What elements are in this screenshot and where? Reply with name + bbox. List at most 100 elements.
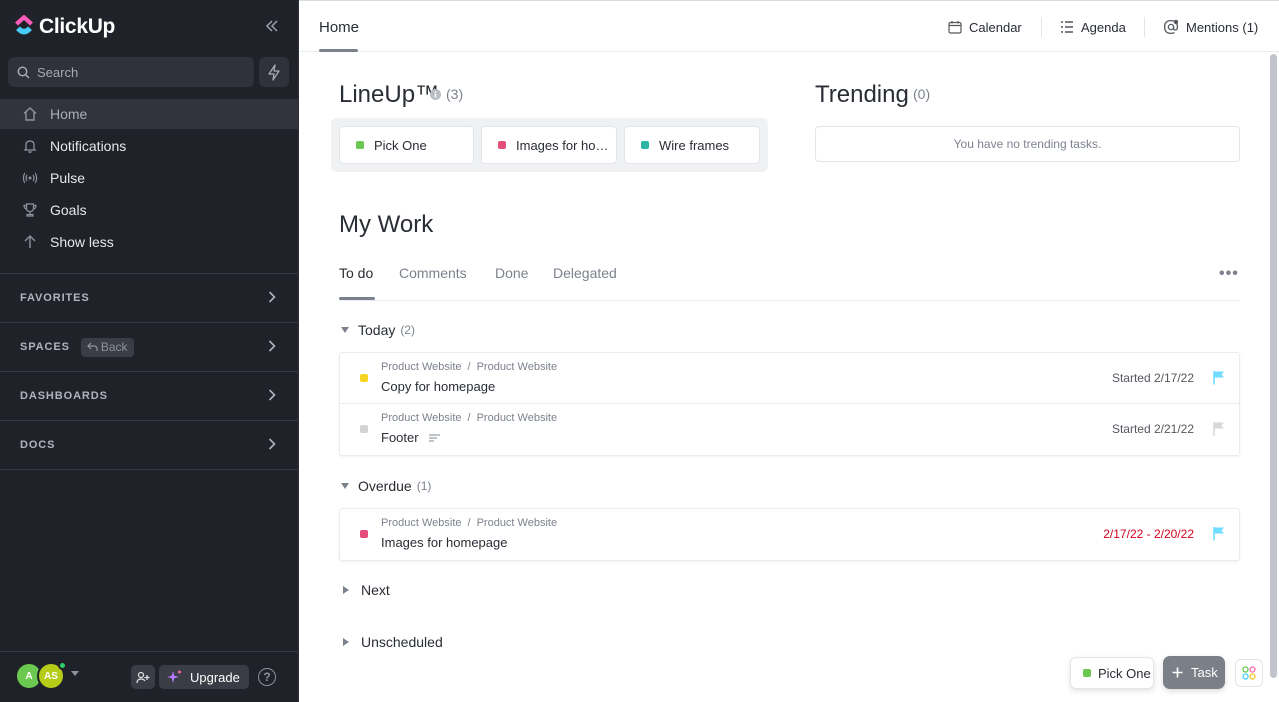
sidebar-item-show-less[interactable]: Show less <box>0 227 298 257</box>
lineup-card-label: Pick One <box>374 137 427 153</box>
tray-pinned-task[interactable]: Pick One <box>1070 657 1154 689</box>
sidebar-section-dashboards[interactable]: DASHBOARDS <box>0 372 298 420</box>
scrollbar[interactable] <box>1270 54 1277 678</box>
lineup-card-label: Images for homepage <box>516 137 616 153</box>
group-title: Unscheduled <box>361 634 443 650</box>
lineup-card[interactable]: Wire frames <box>624 126 760 164</box>
list-name: Product Website <box>476 517 558 529</box>
sparkle-icon <box>167 669 182 683</box>
tab-to-do[interactable]: To do <box>339 265 373 281</box>
section-label: DASHBOARDS <box>20 390 108 402</box>
status-square[interactable] <box>360 374 368 382</box>
lineup-title: LineUp™ <box>339 81 440 108</box>
calendar-icon <box>948 21 962 34</box>
status-square[interactable] <box>360 530 368 538</box>
task-name[interactable]: Images for homepage <box>381 535 507 550</box>
status-square <box>641 141 649 149</box>
pulse-icon <box>22 170 38 186</box>
invite-user-button[interactable] <box>131 665 155 689</box>
mention-icon <box>1163 19 1179 35</box>
agenda-icon <box>1061 21 1073 33</box>
trophy-icon <box>22 202 38 218</box>
group-header-next[interactable]: Next <box>341 581 390 599</box>
sidebar-item-label: Show less <box>50 234 114 250</box>
logo-text: ClickUp <box>39 15 116 38</box>
sidebar-item-label: Home <box>50 106 88 122</box>
section-label: SPACES <box>20 341 70 353</box>
lineup-card[interactable]: Pick One <box>339 126 474 164</box>
double-chevron-left-icon <box>265 20 278 32</box>
mentions-button[interactable]: Mentions (1) <box>1163 18 1258 36</box>
task-name-text: Images for homepage <box>381 535 508 550</box>
apps-button[interactable] <box>1235 659 1263 687</box>
plus-icon <box>1172 667 1183 678</box>
lineup-card-label: Wire frames <box>659 137 730 153</box>
lineup-card[interactable]: Images for homepage <box>481 126 617 164</box>
flag-icon[interactable] <box>1213 526 1225 541</box>
group-count: (1) <box>416 479 432 493</box>
info-icon[interactable] <box>430 89 441 100</box>
clickup-logo-icon <box>15 15 33 35</box>
chevron-right-icon <box>268 438 276 450</box>
task-name[interactable]: Footer <box>381 430 440 445</box>
task-row[interactable]: Product Website / Product Website Images f… <box>340 509 1239 560</box>
group-header-overdue[interactable]: Overdue (1) <box>341 477 431 495</box>
flag-icon[interactable] <box>1213 370 1225 385</box>
status-square <box>498 141 506 149</box>
calendar-button[interactable]: Calendar <box>948 18 1022 36</box>
sidebar-item-notifications[interactable]: Notifications <box>0 131 298 161</box>
calendar-label: Calendar <box>969 19 1022 35</box>
clickup-logo[interactable]: ClickUp <box>14 14 115 40</box>
chevron-right-icon <box>268 340 276 352</box>
search-icon <box>17 66 30 79</box>
add-user-icon <box>136 671 150 683</box>
quick-action-button[interactable] <box>259 57 289 87</box>
task-name[interactable]: Copy for homepage <box>381 379 495 394</box>
back-button[interactable]: Back <box>80 337 134 357</box>
tab-done[interactable]: Done <box>495 265 528 281</box>
tray-task-label: Pick One <box>1098 665 1151 681</box>
flag-icon[interactable] <box>1213 421 1225 436</box>
sidebar-item-label: Goals <box>50 202 87 218</box>
sidebar-section-favorites[interactable]: FAVORITES <box>0 274 298 322</box>
status-square[interactable] <box>360 425 368 433</box>
help-button[interactable]: ? <box>258 668 276 686</box>
lightning-icon <box>268 63 280 81</box>
group-header-today[interactable]: Today (2) <box>341 321 415 339</box>
group-header-unscheduled[interactable]: Unscheduled <box>341 633 443 651</box>
task-row[interactable]: Product Website / Product Website Copy for… <box>340 353 1239 404</box>
search-input[interactable] <box>37 64 237 80</box>
chevron-right-icon <box>268 389 276 401</box>
sidebar-section-spaces[interactable]: SPACES Back <box>0 323 298 371</box>
sidebar-item-goals[interactable]: Goals <box>0 195 298 225</box>
active-tab-indicator <box>319 49 358 52</box>
new-task-button[interactable]: Task <box>1163 656 1225 689</box>
search-box[interactable] <box>8 57 254 87</box>
space-name: Product Website <box>381 517 462 529</box>
return-icon <box>86 342 98 351</box>
apps-grid-icon <box>1242 666 1256 680</box>
more-options-button[interactable]: ••• <box>1219 265 1239 283</box>
task-date: Started 2/21/22 <box>1111 422 1194 436</box>
agenda-label: Agenda <box>1081 19 1126 35</box>
chevron-right-icon <box>268 291 276 303</box>
tab-comments[interactable]: Comments <box>399 265 467 281</box>
caret-down-icon[interactable] <box>71 671 79 676</box>
upgrade-label: Upgrade <box>190 669 240 685</box>
tab-home[interactable]: Home <box>319 19 359 36</box>
mentions-label: Mentions (1) <box>1186 19 1259 35</box>
task-row[interactable]: Product Website / Product Website Footer S… <box>340 404 1239 455</box>
task-location: Product Website / Product Website <box>381 361 558 373</box>
trending-empty-state: You have no trending tasks. <box>815 126 1240 162</box>
upgrade-button[interactable]: Upgrade <box>159 665 249 689</box>
sidebar-item-home[interactable]: Home <box>0 99 298 129</box>
agenda-button[interactable]: Agenda <box>1060 18 1126 36</box>
new-task-label: Task <box>1191 665 1218 680</box>
collapse-sidebar-button[interactable] <box>262 18 282 38</box>
sidebar-item-pulse[interactable]: Pulse <box>0 163 298 193</box>
sidebar-section-docs[interactable]: DOCS <box>0 421 298 469</box>
tab-delegated[interactable]: Delegated <box>553 265 617 281</box>
trending-count: (0) <box>913 86 931 102</box>
sidebar-item-label: Pulse <box>50 170 86 186</box>
task-location: Product Website / Product Website <box>381 517 558 529</box>
